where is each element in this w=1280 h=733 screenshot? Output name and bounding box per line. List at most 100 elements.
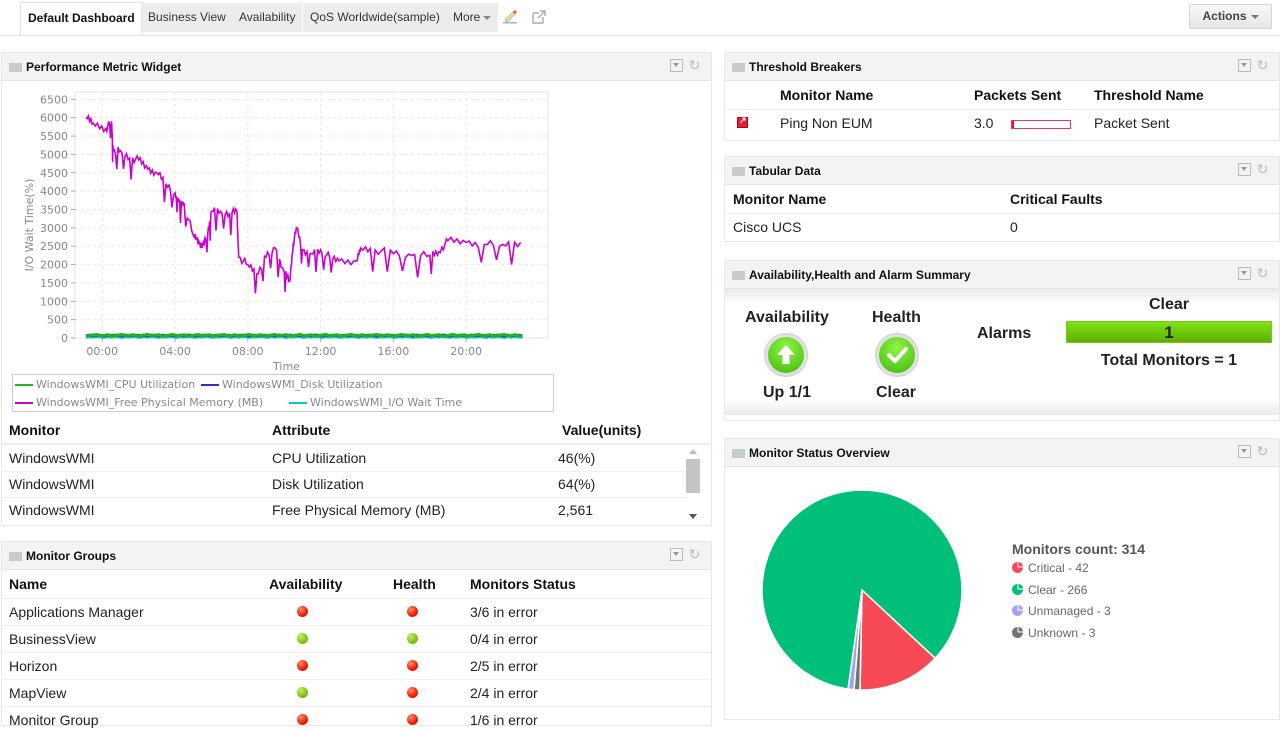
health-status-red-icon[interactable] (407, 605, 418, 617)
health-check-icon[interactable] (876, 334, 918, 376)
table-row[interactable]: MapView 2/4 in error (2, 679, 711, 706)
value-cell: 46(%) (558, 449, 596, 466)
availability-status-red-icon[interactable] (297, 713, 308, 725)
minimize-icon[interactable] (1238, 59, 1251, 72)
summary-body: Availability Up 1/1 Health Clear Alarms … (725, 289, 1279, 415)
drag-handle-icon[interactable] (732, 449, 745, 458)
drag-handle-icon[interactable] (9, 63, 22, 72)
legend-label: WindowsWMI_Free Physical Memory (MB) (36, 396, 264, 409)
drag-handle-icon[interactable] (9, 552, 22, 561)
availability-status-green-icon[interactable] (297, 632, 308, 644)
pie-legend-item[interactable]: Critical - 42 (1012, 561, 1111, 583)
group-name-cell[interactable]: Applications Manager (2, 598, 269, 625)
chart-legend: WindowsWMI_CPU Utilization WindowsWMI_Di… (12, 374, 554, 412)
minimize-icon[interactable] (1238, 445, 1251, 458)
legend-item[interactable]: WindowsWMI_I/O Wait Time (289, 396, 462, 409)
health-status-red-icon[interactable] (407, 686, 418, 698)
refresh-icon[interactable]: ↻ (1256, 58, 1269, 72)
table-row[interactable]: WindowsWMI CPU Utilization 46(%) (2, 445, 688, 471)
tab-qos-worldwide[interactable]: QoS Worldwide(sample) (303, 3, 447, 32)
tab-more-label: More (453, 10, 481, 24)
widget-header: Availability,Health and Alarm Summary ↻ (725, 261, 1279, 289)
health-cell (393, 598, 470, 625)
availability-health-alarm-summary-widget: Availability,Health and Alarm Summary ↻ … (724, 260, 1280, 421)
drag-handle-icon[interactable] (732, 63, 745, 72)
tab-business-view[interactable]: Business View (141, 3, 233, 32)
minimize-icon[interactable] (1238, 267, 1251, 280)
availability-value[interactable]: Up 1/1 (763, 384, 811, 402)
minimize-icon[interactable] (1238, 163, 1251, 176)
legend-item[interactable]: WindowsWMI_Disk Utilization (201, 378, 382, 391)
actions-button[interactable]: Actions (1189, 4, 1272, 29)
refresh-icon[interactable]: ↻ (1256, 444, 1269, 458)
group-name-cell[interactable]: Horizon (2, 652, 269, 679)
table-row[interactable]: Horizon 2/5 in error (2, 652, 711, 679)
monitors-status-cell: 2/4 in error (470, 684, 538, 701)
column-header: Packets Sent (974, 86, 1062, 103)
widget-title: Performance Metric Widget (26, 60, 182, 74)
monitor-name-cell: Cisco UCS (733, 218, 802, 235)
availability-status-red-icon[interactable] (297, 605, 308, 617)
monitors-count-label: Monitors count: 314 (1012, 541, 1146, 557)
y-tick-label: 6000 (40, 112, 68, 125)
tabular-data-widget: Tabular Data ↻ Monitor Name Critical Fau… (724, 156, 1280, 242)
health-status-red-icon[interactable] (407, 713, 418, 725)
group-name-cell[interactable]: MapView (2, 679, 269, 706)
health-value[interactable]: Clear (876, 384, 916, 402)
y-tick-label: 6500 (40, 93, 68, 106)
y-tick-label: 4000 (40, 185, 68, 198)
refresh-icon[interactable]: ↻ (688, 58, 701, 72)
series-line-windowswmi-cpu-utilization[interactable] (85, 332, 523, 338)
health-cell (393, 625, 470, 652)
group-name-cell[interactable]: BusinessView (2, 625, 269, 652)
pie-legend-swatch-icon (1012, 562, 1023, 573)
availability-up-icon[interactable] (765, 334, 807, 376)
pie-legend-label: Unknown - 3 (1028, 625, 1096, 640)
drag-handle-icon[interactable] (732, 167, 745, 176)
table-row[interactable]: BusinessView 0/4 in error (2, 625, 711, 652)
availability-status-red-icon[interactable] (297, 659, 308, 671)
availability-status-green-icon[interactable] (297, 686, 308, 698)
scrollbar-thumb[interactable] (686, 459, 700, 493)
refresh-icon[interactable]: ↻ (688, 547, 701, 561)
minimize-icon[interactable] (670, 548, 683, 561)
table-row[interactable]: ↗ Ping Non EUM 3.0 Packet Sent (725, 109, 1279, 137)
scroll-up-icon[interactable] (689, 449, 697, 454)
pie-legend-item[interactable]: Unmanaged - 3 (1012, 604, 1111, 626)
legend-swatch (15, 402, 33, 404)
health-status-red-icon[interactable] (407, 659, 418, 671)
pie-legend-swatch-icon (1012, 626, 1023, 638)
vertical-scrollbar[interactable] (686, 445, 700, 523)
health-status-green-icon[interactable] (407, 632, 418, 644)
scroll-down-icon[interactable] (689, 514, 697, 519)
legend-item[interactable]: WindowsWMI_CPU Utilization (15, 378, 195, 391)
drag-handle-icon[interactable] (732, 271, 745, 280)
pie-legend-item[interactable]: Clear - 266 (1012, 583, 1111, 605)
table-row[interactable]: Applications Manager 3/6 in error (2, 598, 711, 625)
legend-item[interactable]: WindowsWMI_Free Physical Memory (MB) (15, 396, 263, 409)
pie-legend-item[interactable]: Unknown - 3 (1012, 626, 1111, 648)
minimize-icon[interactable] (670, 59, 683, 72)
alarm-count-bar[interactable]: 1 (1066, 321, 1272, 343)
performance-metric-widget: Performance Metric Widget ↻ 0 500 1000 1500… (1, 52, 712, 526)
edit-icon[interactable] (502, 9, 518, 25)
popout-icon[interactable] (531, 9, 547, 25)
column-header: Threshold Name (1094, 86, 1204, 103)
refresh-icon[interactable]: ↻ (1256, 162, 1269, 176)
tab-more[interactable]: More (446, 3, 499, 32)
x-tick-label: 20:00 (450, 345, 482, 358)
y-tick-label: 5500 (40, 130, 68, 143)
table-row[interactable]: Cisco UCS 0 (725, 213, 1279, 240)
column-header: Health (393, 576, 436, 593)
monitors-status-cell: 0/4 in error (470, 630, 538, 647)
tab-default-dashboard[interactable]: Default Dashboard (20, 2, 143, 35)
table-row[interactable]: WindowsWMI Disk Utilization 64(%) (2, 471, 688, 497)
monitor-name-cell[interactable]: Ping Non EUM (780, 109, 974, 137)
table-row[interactable]: WindowsWMI Free Physical Memory (MB) 2,5… (2, 497, 688, 523)
widget-title: Threshold Breakers (749, 60, 862, 74)
tab-availability[interactable]: Availability (232, 3, 303, 32)
value-cell: 64(%) (558, 476, 596, 492)
column-header: Value(units) (562, 421, 642, 438)
alert-icon[interactable]: ↗ (737, 115, 748, 129)
refresh-icon[interactable]: ↻ (1256, 266, 1269, 280)
